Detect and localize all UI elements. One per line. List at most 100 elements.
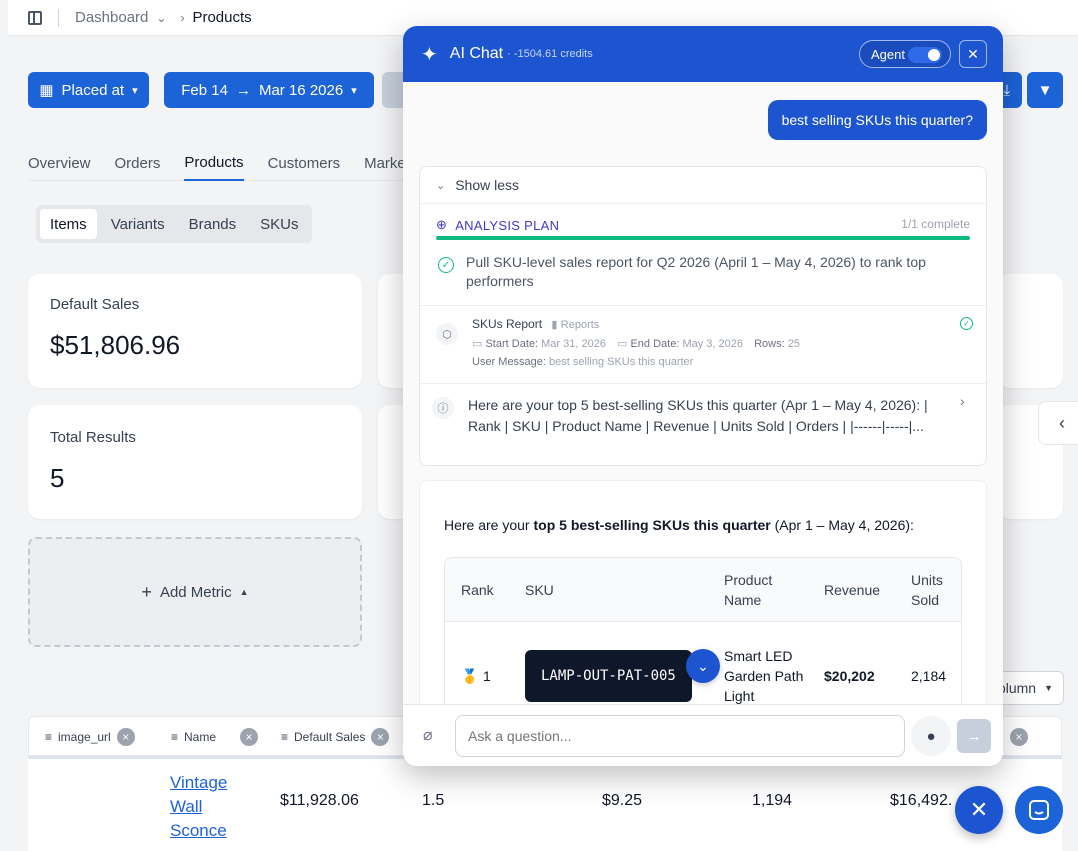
- toggle-switch[interactable]: [908, 47, 942, 63]
- response-summary[interactable]: Here are your top 5 best-selling SKUs th…: [468, 395, 948, 437]
- column-label: image_url: [58, 730, 111, 744]
- credits-label: · -1504.61 credits: [507, 48, 593, 60]
- rows-label: Rows:: [754, 338, 785, 350]
- chat-input[interactable]: [455, 715, 905, 757]
- caret-down-icon: ▼: [1044, 683, 1053, 693]
- scroll-to-bottom-button[interactable]: ⌄: [686, 649, 720, 683]
- breadcrumb-current: Products: [192, 9, 252, 26]
- ai-chat-panel: ✦ AI Chat · -1504.61 credits Agent ✕ bes…: [403, 26, 1003, 766]
- show-less-label: Show less: [455, 177, 520, 193]
- metric-value: $51,806.96: [50, 330, 181, 360]
- add-metric-button[interactable]: + Add Metric ▲: [28, 537, 362, 647]
- chat-input-bar: ⌀ ● →: [403, 704, 1003, 766]
- tab-orders[interactable]: Orders: [115, 145, 161, 181]
- chevron-down-icon: ⌄: [436, 179, 446, 192]
- sku-table-header: Rank SKU Product Name Revenue Units Sold: [445, 558, 961, 622]
- paperclip-icon[interactable]: ⌀: [423, 725, 433, 745]
- cell-3: 1.5: [422, 792, 445, 809]
- support-chat-fab[interactable]: [1015, 786, 1063, 834]
- placed-at-button[interactable]: ▦ Placed at ▾: [28, 72, 149, 108]
- breadcrumb-root[interactable]: Dashboard: [75, 9, 148, 26]
- end-date-label: End Date:: [630, 338, 680, 350]
- report-block[interactable]: SKUs Report ▮ Reports ▭ Start Date: Mar …: [472, 317, 800, 368]
- info-icon: ⓘ: [432, 397, 454, 419]
- date-range-button[interactable]: Feb 14 → Mar 16 2026 ▾: [164, 72, 374, 108]
- column-header-name[interactable]: ≡ Name ×: [171, 717, 259, 757]
- user-message-value: best selling SKUs this quarter: [549, 356, 694, 368]
- agent-toggle[interactable]: Agent: [859, 40, 951, 68]
- header-revenue: Revenue: [824, 582, 881, 598]
- drag-handle-icon[interactable]: ≡: [281, 730, 288, 744]
- chevron-down-icon[interactable]: ⌄: [156, 11, 166, 25]
- arrow-right-icon: →: [966, 727, 982, 745]
- metric-card-total-results[interactable]: Total Results 5: [28, 405, 362, 519]
- cell-default-sales: $11,928.06: [280, 792, 359, 809]
- rows-value: 25: [787, 338, 800, 350]
- subtab-items[interactable]: Items: [40, 209, 97, 239]
- page-tabs: Overview Orders Products Customers Marke…: [28, 145, 428, 181]
- answer-post: (Apr 1 – May 4, 2026):: [770, 517, 914, 533]
- plan-title-label: ANALYSIS PLAN: [455, 217, 560, 233]
- subtab-brands[interactable]: Brands: [179, 209, 247, 239]
- filter-button[interactable]: ▼: [1027, 72, 1063, 108]
- send-button[interactable]: →: [957, 719, 991, 753]
- show-less-toggle[interactable]: ⌄ Show less: [436, 177, 519, 193]
- placed-at-label: Placed at: [61, 81, 125, 99]
- chat-messages[interactable]: best selling SKUs this quarter? ⌄ Show l…: [403, 82, 1003, 704]
- column-header-image-url[interactable]: ≡ image_url ×: [45, 717, 135, 757]
- microphone-button[interactable]: ●: [911, 716, 951, 756]
- divider: [420, 383, 986, 384]
- chevron-right-icon[interactable]: ›: [960, 393, 965, 409]
- sparkle-icon: ✦: [421, 43, 438, 66]
- collapse-panel-button[interactable]: ‹: [1038, 401, 1078, 445]
- end-date: May 3, 2026: [682, 338, 743, 350]
- tab-overview[interactable]: Overview: [28, 145, 91, 181]
- close-chat-fab[interactable]: ✕: [955, 786, 1003, 834]
- divider: [420, 203, 986, 204]
- subtab-variants[interactable]: Variants: [101, 209, 175, 239]
- rank-value: 1: [483, 668, 491, 684]
- plan-step: Pull SKU-level sales report for Q2 2026 …: [466, 254, 926, 289]
- chat-title: AI Chat: [449, 45, 504, 62]
- calendar-icon: ▭: [617, 338, 628, 350]
- remove-column-icon[interactable]: ×: [116, 728, 135, 746]
- metric-label: Total Results: [50, 429, 136, 446]
- plan-title: ⊕ ANALYSIS PLAN: [436, 217, 559, 233]
- calendar-icon: ▭: [472, 338, 483, 350]
- drag-handle-icon[interactable]: ≡: [171, 730, 178, 744]
- remove-column-icon[interactable]: ×: [240, 728, 259, 746]
- metric-label: Default Sales: [50, 296, 140, 313]
- divider: [420, 305, 986, 306]
- add-metric-label: Add Metric: [159, 583, 232, 601]
- sidebar-toggle-icon[interactable]: [28, 10, 42, 25]
- cell-4: $9.25: [602, 792, 643, 809]
- header-product: Product Name: [724, 572, 773, 608]
- tab-products[interactable]: Products: [184, 145, 244, 181]
- product-name-link[interactable]: Vintage Wall Sconce ▼: [170, 771, 240, 851]
- sub-tabs: Items Variants Brands SKUs: [36, 205, 313, 243]
- plan-count: 1/1 complete: [901, 217, 970, 231]
- report-name: SKUs Report: [472, 317, 543, 331]
- subtab-skus[interactable]: SKUs: [250, 209, 308, 239]
- column-button-label: olumn: [997, 680, 1037, 696]
- close-chat-button[interactable]: ✕: [959, 40, 987, 68]
- filter-icon: ▼: [1037, 81, 1053, 99]
- tab-customers[interactable]: Customers: [268, 145, 341, 181]
- drag-handle-icon[interactable]: ≡: [45, 730, 52, 744]
- product-name: Vintage Wall Sconce: [170, 773, 228, 840]
- download-icon: ⤓: [1003, 81, 1011, 99]
- revenue-value: $20,202: [824, 668, 875, 684]
- remove-column-icon[interactable]: ×: [1009, 728, 1028, 746]
- metric-card-right-1[interactable]: [998, 274, 1063, 388]
- chevron-down-icon: ▾: [132, 84, 138, 97]
- caret-up-icon: ▲: [239, 587, 249, 597]
- metric-card-default-sales[interactable]: Default Sales $51,806.96: [28, 274, 362, 388]
- column-header-default-sales[interactable]: ≡ Default Sales ×: [281, 717, 390, 757]
- cell-5: 1,194: [752, 792, 793, 809]
- bar-chart-icon: ▮: [551, 319, 558, 331]
- filter-icon[interactable]: ▼: [170, 847, 184, 851]
- header-sku: SKU: [525, 582, 554, 598]
- remove-column-icon[interactable]: ×: [371, 728, 390, 746]
- check-circle-icon: ✓: [960, 317, 973, 330]
- metric-value: 5: [50, 463, 65, 493]
